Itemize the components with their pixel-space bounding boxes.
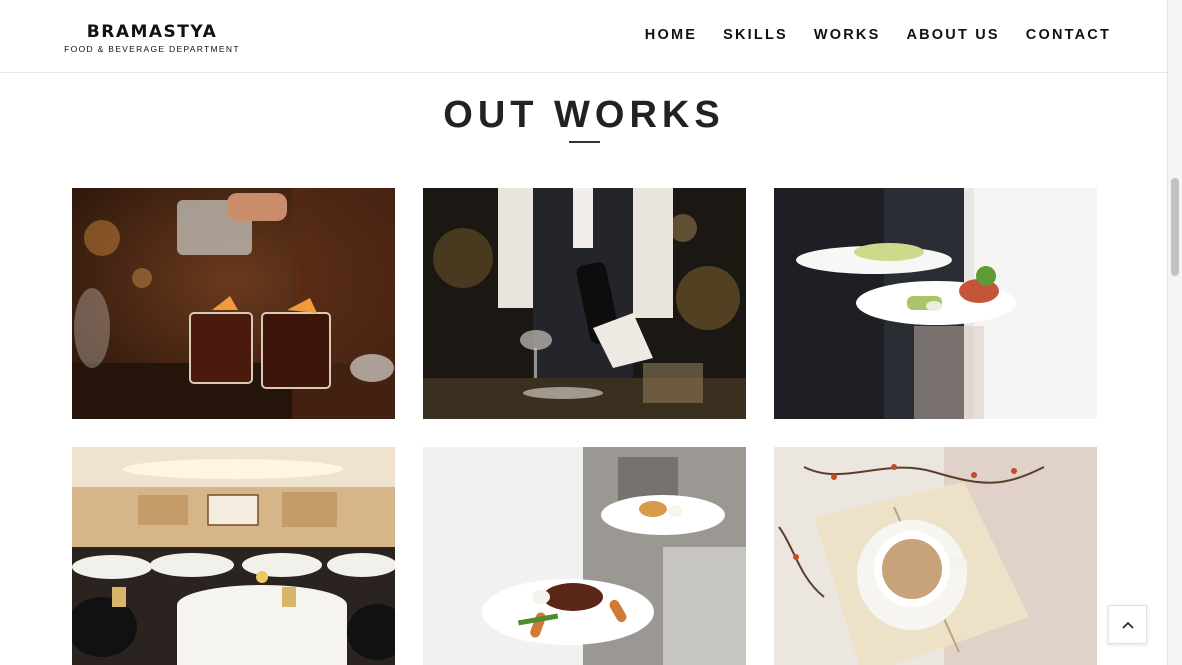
section-title: OUT WORKS	[443, 94, 725, 136]
brand-logo[interactable]: BRAMASTYA FOOD & BEVERAGE DEPARTMENT	[61, 22, 243, 55]
back-to-top-button[interactable]	[1108, 605, 1147, 644]
nav-link-home[interactable]: HOME	[645, 26, 697, 44]
title-underline	[569, 141, 600, 143]
scrollbar-thumb[interactable]	[1171, 178, 1179, 276]
site-header: BRAMASTYA FOOD & BEVERAGE DEPARTMENT HOM…	[0, 0, 1168, 73]
nav-link-contact[interactable]: CONTACT	[1026, 26, 1111, 44]
work-image-tea-book[interactable]	[774, 447, 1097, 665]
work-image-bartender[interactable]	[72, 188, 395, 419]
bartender-photo	[72, 188, 395, 419]
waiter-wine-photo	[423, 188, 746, 419]
work-image-waiter-wine[interactable]	[423, 188, 746, 419]
chef-dishes-photo	[423, 447, 746, 665]
chevron-up-icon	[1121, 621, 1134, 629]
main-nav: HOME SKILLS WORKS ABOUT US CONTACT	[645, 26, 1111, 44]
nav-link-about-us[interactable]: ABOUT US	[906, 26, 999, 44]
nav-link-skills[interactable]: SKILLS	[723, 26, 788, 44]
nav-link-works[interactable]: WORKS	[814, 26, 881, 44]
work-image-banquet-hall[interactable]	[72, 447, 395, 665]
banquet-hall-photo	[72, 447, 395, 665]
plated-food-photo	[774, 188, 1097, 419]
work-image-chef-dishes[interactable]	[423, 447, 746, 665]
page-scrollbar[interactable]	[1167, 0, 1182, 665]
tea-book-photo	[774, 447, 1097, 665]
work-image-plated-food[interactable]	[774, 188, 1097, 419]
brand-name: BRAMASTYA	[86, 22, 218, 42]
brand-tagline: FOOD & BEVERAGE DEPARTMENT	[64, 44, 240, 54]
